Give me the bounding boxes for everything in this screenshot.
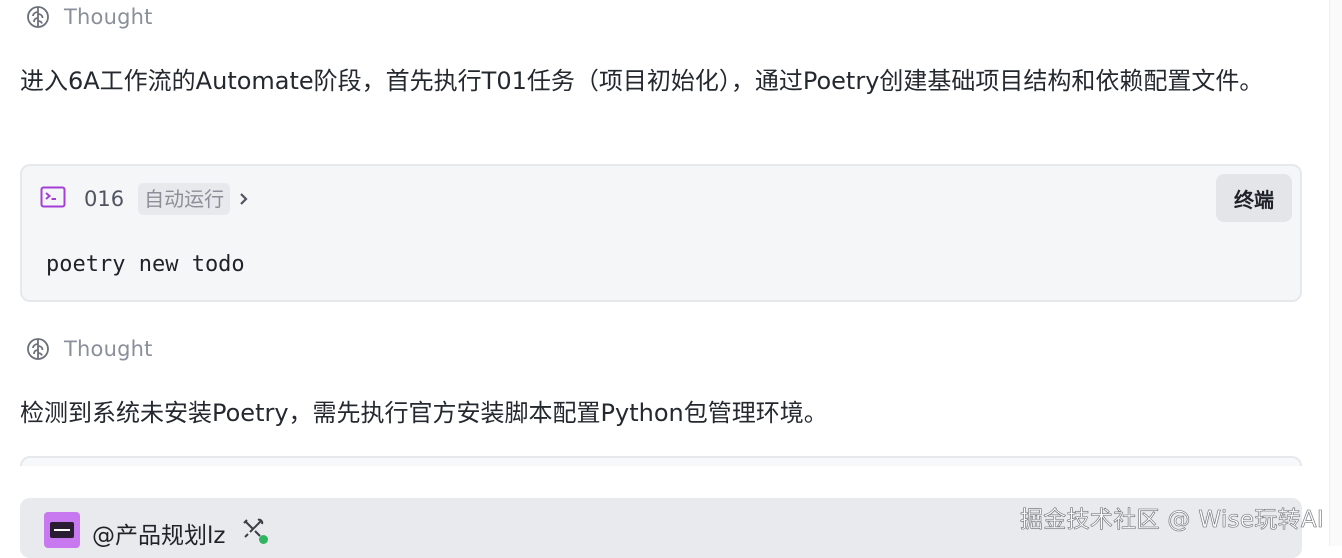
thought-label: Thought — [64, 337, 153, 361]
scrollbar[interactable] — [1329, 0, 1342, 546]
thought-text-2: 检测到系统未安装Poetry，需先执行官方安装脚本配置Python包管理环境。 — [20, 399, 828, 427]
watermark: 掘金技术社区 @ Wise玩转AI — [1020, 507, 1324, 534]
thought-text-1: 进入6A工作流的Automate阶段，首先执行T01任务（项目初始化），通过Po… — [20, 67, 1264, 95]
next-command-card — [20, 456, 1302, 466]
thought-header-1[interactable]: Thought — [26, 4, 153, 30]
thought-label: Thought — [64, 5, 153, 29]
command-code: poetry new todo — [46, 252, 245, 277]
avatar-icon[interactable] — [44, 512, 80, 548]
terminal-button[interactable]: 终端 — [1216, 174, 1292, 222]
auto-run-badge: 自动运行 — [138, 183, 231, 215]
brain-icon — [26, 337, 50, 361]
user-name[interactable]: @产品规划lz — [92, 516, 225, 550]
terminal-icon — [40, 186, 66, 212]
thought-header-2[interactable]: Thought — [26, 336, 153, 362]
command-header[interactable]: 016 自动运行 — [40, 182, 250, 216]
chevron-right-icon[interactable] — [230, 191, 250, 207]
command-card: 016 自动运行 终端 poetry new todo — [20, 164, 1302, 302]
brain-icon — [26, 5, 50, 29]
online-status-dot — [259, 535, 268, 544]
command-number: 016 — [84, 187, 125, 211]
